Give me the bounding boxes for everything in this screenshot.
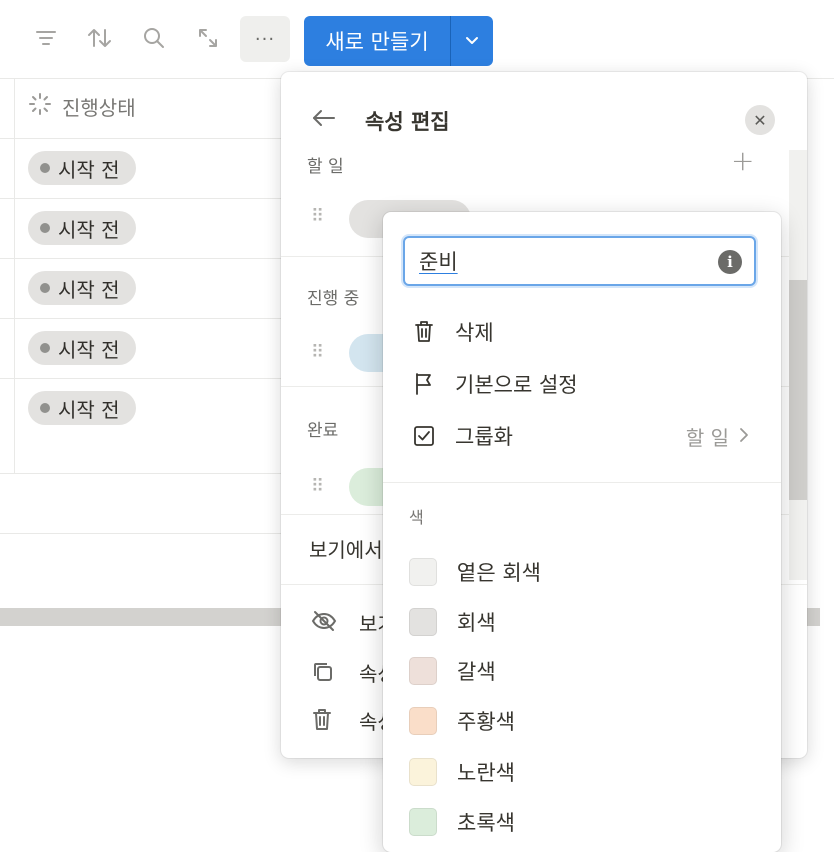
color-label: 주황색: [457, 710, 515, 734]
color-option-brown[interactable]: 갈색: [383, 649, 781, 693]
table-divider: [0, 318, 300, 319]
more-label: ···: [254, 28, 276, 50]
chevron-down-icon[interactable]: [451, 36, 493, 46]
column-header-label: 진행상태: [62, 96, 136, 120]
status-pill[interactable]: 시작 전: [28, 331, 136, 365]
group-value-label: 할 일: [685, 425, 729, 450]
color-swatch: [409, 657, 437, 685]
menu-divider: [383, 482, 781, 483]
status-dot: [40, 403, 50, 413]
color-option-green[interactable]: 초록색: [383, 800, 781, 844]
status-dot: [40, 163, 50, 173]
status-pill[interactable]: 시작 전: [28, 151, 136, 185]
option-name-input-wrapper[interactable]: i: [403, 236, 756, 286]
group-by-item[interactable]: 그룹화 할 일: [383, 414, 781, 458]
status-pill-label: 시작 전: [58, 397, 120, 422]
status-pill-label: 시작 전: [58, 277, 120, 302]
option-name-input[interactable]: [417, 248, 711, 274]
chevron-right-icon: [739, 424, 749, 448]
colors-heading: 색: [409, 508, 424, 527]
group-value: 할 일: [686, 422, 749, 451]
color-swatch: [409, 558, 437, 586]
status-pill[interactable]: 시작 전: [28, 271, 136, 305]
close-icon[interactable]: ✕: [745, 105, 775, 135]
table-divider: [0, 473, 300, 474]
more-options-button[interactable]: ···: [240, 16, 290, 62]
menu-item-label: 삭제: [455, 321, 494, 345]
checkbox-icon: [409, 424, 439, 448]
group-label-todo: 할 일: [307, 157, 344, 177]
group-label-done: 완료: [307, 421, 339, 441]
trash-icon: [409, 320, 439, 344]
table-divider: [0, 533, 300, 534]
menu-item-label: 기본으로 설정: [455, 373, 578, 397]
status-pill[interactable]: 시작 전: [28, 391, 136, 425]
eye-slash-icon[interactable]: [311, 610, 337, 637]
back-arrow-icon[interactable]: [311, 106, 337, 134]
drag-handle-icon[interactable]: ⠿: [311, 342, 324, 363]
color-swatch: [409, 608, 437, 636]
column-header-status[interactable]: 진행상태: [28, 92, 136, 121]
status-pill-label: 시작 전: [58, 157, 120, 182]
panel-scrollbar[interactable]: [789, 150, 807, 580]
drag-handle-icon[interactable]: ⠿: [311, 206, 324, 227]
drag-handle-icon[interactable]: ⠿: [311, 476, 324, 497]
search-icon[interactable]: [140, 24, 168, 52]
duplicate-icon[interactable]: [311, 660, 335, 689]
group-label-in-progress: 진행 중: [307, 289, 360, 309]
table-divider: [0, 138, 300, 139]
scrollbar-thumb[interactable]: [789, 280, 807, 500]
add-option-icon[interactable]: +: [731, 144, 754, 177]
color-swatch: [409, 707, 437, 735]
color-label: 초록색: [457, 811, 515, 835]
status-dot: [40, 223, 50, 233]
status-dot: [40, 283, 50, 293]
table-divider: [0, 198, 300, 199]
status-pill-label: 시작 전: [58, 217, 120, 242]
color-label: 회색: [457, 611, 496, 635]
status-pill-label: 시작 전: [58, 337, 120, 362]
status-dot: [40, 343, 50, 353]
color-label: 갈색: [457, 660, 496, 684]
color-option-light-gray[interactable]: 옅은 회색: [383, 550, 781, 594]
filter-icon[interactable]: [32, 24, 60, 52]
option-edit-menu: i 삭제 기본으로 설정 그룹화 할 일 색 옅은 회색 회색: [383, 212, 781, 852]
panel-title: 속성 편집: [365, 110, 450, 134]
color-swatch: [409, 758, 437, 786]
new-button[interactable]: 새로 만들기: [304, 16, 493, 66]
set-default-item[interactable]: 기본으로 설정: [383, 362, 781, 406]
trash-icon[interactable]: [311, 708, 333, 737]
table-divider: [0, 378, 300, 379]
color-swatch: [409, 808, 437, 836]
status-pill[interactable]: 시작 전: [28, 211, 136, 245]
new-button-label: 새로 만들기: [325, 30, 429, 54]
color-option-gray[interactable]: 회색: [383, 600, 781, 644]
flag-icon: [409, 372, 439, 396]
menu-item-label: 그룹화: [455, 425, 513, 449]
color-label: 노란색: [457, 761, 515, 785]
expand-icon[interactable]: [194, 24, 222, 52]
color-option-orange[interactable]: 주황색: [383, 699, 781, 743]
sort-icon[interactable]: [86, 24, 114, 52]
delete-option-item[interactable]: 삭제: [383, 310, 781, 354]
info-icon[interactable]: i: [718, 250, 742, 274]
status-loading-icon: [28, 92, 52, 121]
color-option-yellow[interactable]: 노란색: [383, 750, 781, 794]
color-label: 옅은 회색: [457, 561, 541, 585]
table-divider: [0, 258, 300, 259]
